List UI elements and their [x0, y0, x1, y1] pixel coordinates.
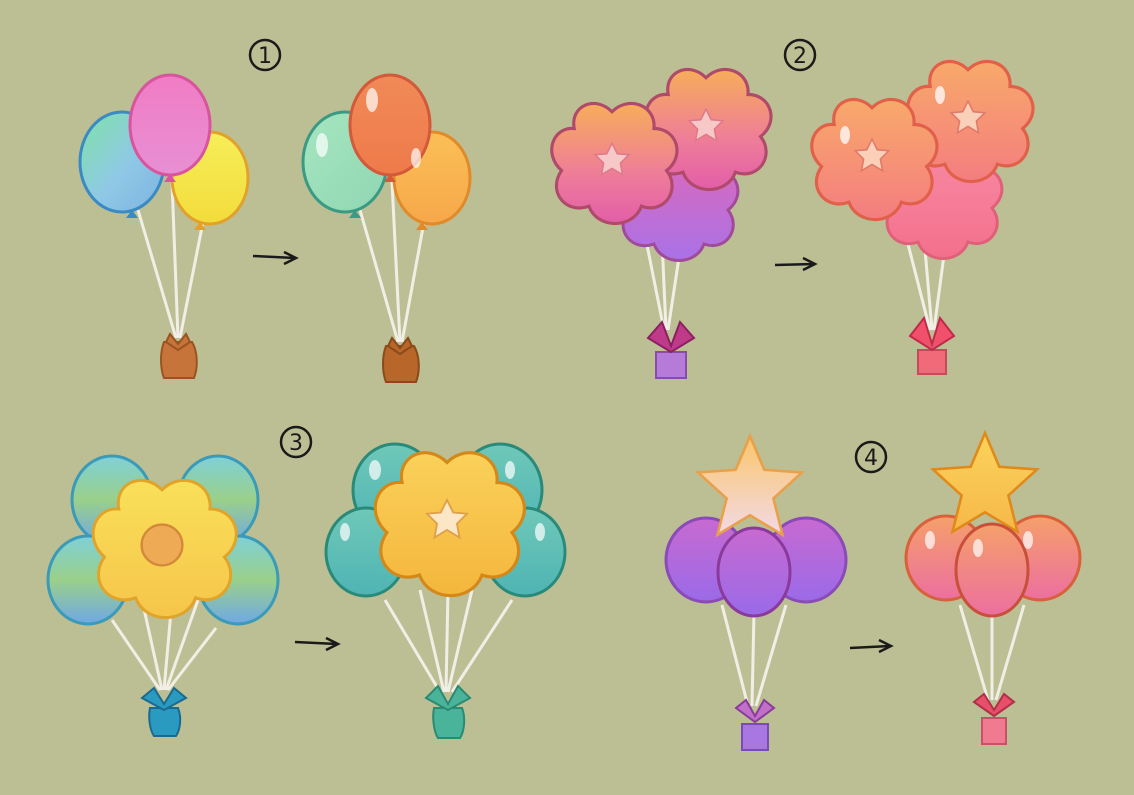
star-balloon-bouquet-before [664, 434, 848, 751]
flower-cluster-bouquet-after [324, 442, 567, 739]
balloon-strings [720, 604, 788, 707]
section-1: 1 [78, 38, 472, 383]
weight-box [734, 698, 776, 751]
flower-cluster-bouquet-before [46, 454, 280, 737]
weight-box [972, 692, 1016, 745]
section-number-text: 1 [258, 44, 272, 69]
weight-pouch [424, 684, 472, 739]
weight-gift [646, 320, 696, 379]
section-number-text: 2 [793, 44, 807, 69]
section-number-text: 4 [864, 446, 878, 471]
balloon-strings [383, 589, 514, 693]
section-2-number: 2 [783, 38, 817, 72]
section-3: 3 [46, 425, 567, 739]
weight-pouch [140, 686, 188, 737]
balloon-purple-center [716, 526, 792, 618]
balloon-concept-sheet: 1 2 3 4 [0, 0, 1134, 795]
right-arrow-icon [252, 250, 299, 266]
section-2: 2 [550, 38, 1035, 379]
right-arrow-icon [849, 638, 894, 654]
balloon-strings [958, 604, 1026, 701]
section-4: 4 [664, 431, 1082, 751]
weight-pouch [382, 336, 420, 383]
flower-balloon-bouquet-after [810, 59, 1035, 375]
flower-balloon-bouquet-before [550, 67, 773, 379]
balloon-peach-center [954, 522, 1030, 618]
right-arrow-icon [294, 636, 341, 652]
section-4-number: 4 [854, 440, 888, 474]
weight-pouch [160, 332, 198, 379]
balloon-bouquet-before [78, 73, 250, 379]
balloon-bouquet-after [301, 73, 472, 383]
section-3-number: 3 [279, 425, 313, 459]
section-1-number: 1 [248, 38, 282, 72]
balloon-art-canvas: 1 2 3 4 [46, 38, 1082, 751]
right-arrow-icon [774, 256, 818, 272]
section-number-text: 3 [289, 431, 303, 456]
star-balloon-bouquet-after [904, 431, 1082, 745]
balloon-pink [128, 73, 212, 177]
